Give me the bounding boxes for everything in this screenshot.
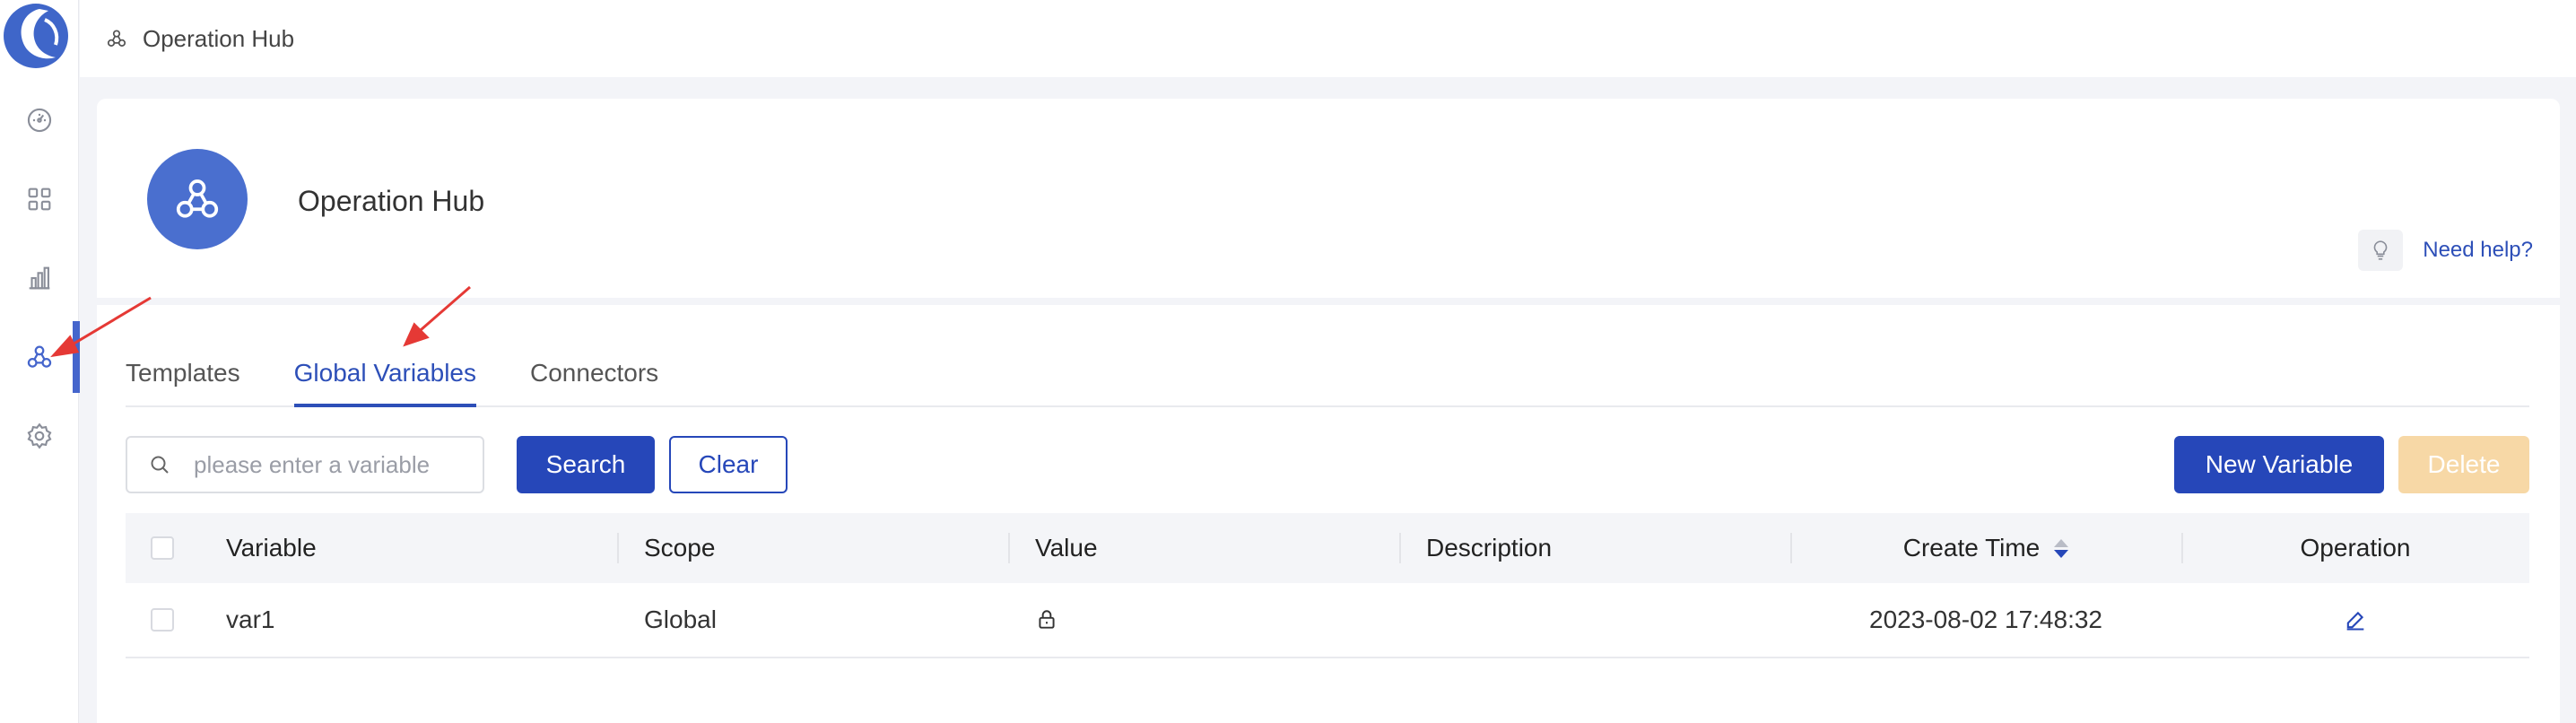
sort-icon[interactable] bbox=[2054, 538, 2069, 558]
rail-settings[interactable] bbox=[0, 400, 79, 472]
table-header: Variable Scope Value Description Create … bbox=[126, 513, 2529, 583]
column-header-variable: Variable bbox=[226, 534, 317, 562]
lightbulb-icon bbox=[2358, 230, 2404, 271]
need-help-link[interactable]: Need help? bbox=[2358, 230, 2533, 271]
column-header-scope: Scope bbox=[617, 513, 1008, 583]
cell-scope: Global bbox=[644, 605, 717, 633]
tab-bar: Templates Global Variables Connectors bbox=[126, 332, 2529, 407]
hub-header-card: Operation Hub Need help? bbox=[97, 99, 2560, 298]
column-header-value: Value bbox=[1008, 513, 1399, 583]
cell-value bbox=[1008, 583, 1399, 657]
settings-icon bbox=[27, 422, 52, 449]
dashboard-icon bbox=[27, 108, 52, 133]
breadcrumb-title: Operation Hub bbox=[143, 24, 295, 52]
hub-avatar bbox=[147, 149, 248, 249]
rail-analytics[interactable] bbox=[0, 242, 79, 314]
search-button[interactable]: Search bbox=[517, 436, 655, 493]
page-title: Operation Hub bbox=[298, 185, 485, 217]
rail-dashboard[interactable] bbox=[0, 84, 79, 156]
rail-operation-hub[interactable] bbox=[0, 321, 80, 393]
left-rail bbox=[0, 0, 80, 723]
variables-table: Variable Scope Value Description Create … bbox=[126, 513, 2529, 658]
row-select-cell bbox=[126, 583, 226, 657]
need-help-label: Need help? bbox=[2423, 238, 2533, 262]
select-all-checkbox[interactable] bbox=[151, 536, 174, 560]
column-header-description: Description bbox=[1399, 513, 1790, 583]
cell-operation bbox=[2181, 583, 2529, 657]
table-row: var1 Global 2023-08-02 17:48:32 bbox=[126, 583, 2529, 658]
apps-grid-icon bbox=[28, 187, 51, 211]
search-input[interactable] bbox=[194, 450, 463, 479]
cell-create-time: 2023-08-02 17:48:32 bbox=[1869, 605, 2102, 633]
delete-button[interactable]: Delete bbox=[2398, 436, 2529, 493]
top-bar: Operation Hub bbox=[80, 0, 2576, 77]
tab-global-variables[interactable]: Global Variables bbox=[293, 332, 476, 407]
cell-description bbox=[1399, 583, 1790, 657]
search-icon bbox=[151, 456, 169, 474]
search-field[interactable] bbox=[126, 436, 484, 493]
lock-icon bbox=[1039, 610, 1055, 629]
new-variable-button[interactable]: New Variable bbox=[2174, 436, 2384, 493]
app-logo[interactable] bbox=[4, 4, 68, 68]
tab-templates[interactable]: Templates bbox=[126, 332, 240, 407]
edit-icon[interactable] bbox=[2343, 607, 2368, 632]
row-checkbox[interactable] bbox=[151, 608, 174, 632]
operation-hub-icon bbox=[27, 345, 52, 368]
select-all-cell bbox=[126, 513, 226, 583]
operation-hub-icon bbox=[176, 179, 219, 218]
rail-apps[interactable] bbox=[0, 163, 79, 235]
operation-hub-icon bbox=[107, 30, 126, 47]
column-header-operation: Operation bbox=[2181, 513, 2529, 583]
analytics-icon bbox=[29, 266, 50, 290]
content-card: Templates Global Variables Connectors Se… bbox=[97, 305, 2560, 723]
tab-connectors[interactable]: Connectors bbox=[530, 332, 658, 407]
clear-button[interactable]: Clear bbox=[669, 436, 788, 493]
column-header-create-time[interactable]: Create Time bbox=[1790, 513, 2181, 583]
column-header-create-time-label: Create Time bbox=[1902, 534, 2041, 562]
cell-variable: var1 bbox=[226, 605, 275, 633]
